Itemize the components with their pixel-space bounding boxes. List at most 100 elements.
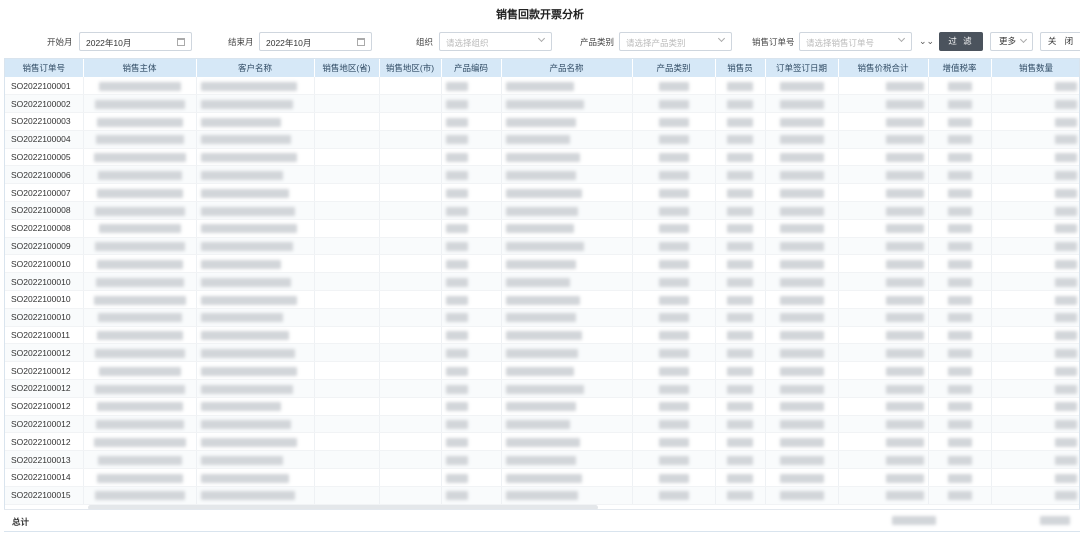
column-header[interactable]: 产品名称 [501,59,633,77]
table-row[interactable]: SO2022100012 [5,379,1079,398]
column-header[interactable]: 增值税率 [928,59,992,77]
redacted-value [885,206,924,216]
redacted-cell [314,432,380,452]
table-row[interactable]: SO2022100012 [5,343,1079,363]
redacted-cell [928,397,992,416]
redacted-value [200,331,289,341]
table-row[interactable]: SO2022100008 [5,219,1079,238]
table-row[interactable]: SO2022100012 [5,432,1079,452]
redacted-cell [196,254,315,274]
end-month-picker[interactable]: 2022年10月 [259,32,372,51]
column-header[interactable]: 销售地区(市) [379,59,442,77]
org-select[interactable]: 请选择组织 [439,32,552,51]
redacted-cell [838,290,929,309]
redacted-cell [379,77,442,96]
redacted-value [94,348,185,358]
redacted-cell [441,219,502,238]
column-header[interactable]: 产品编码 [441,59,502,77]
table-row[interactable]: SO2022100002 [5,94,1079,114]
redacted-value [1054,420,1077,430]
table-row[interactable]: SO2022100010 [5,272,1079,292]
redacted-cell [83,361,197,381]
product-category-label: 产品类别 [580,37,615,47]
sales-order-select[interactable]: 请选择销售订单号 [799,32,912,51]
table-row[interactable]: SO2022100010 [5,290,1079,309]
table-row[interactable]: SO2022100005 [5,148,1079,167]
table-row[interactable]: SO2022100001 [5,77,1079,96]
column-header[interactable]: 订单签订日期 [765,59,839,77]
redacted-cell [314,237,380,256]
redacted-cell [441,148,502,167]
redacted-cell [765,361,839,381]
redacted-cell [501,290,633,309]
more-button-label: 更多 [999,36,1017,46]
redacted-cell [441,94,502,114]
sales-order-cell: SO2022100012 [5,343,84,363]
table-row[interactable]: SO2022100011 [5,326,1079,345]
redacted-cell [715,450,766,470]
table-row[interactable]: SO2022100010 [5,254,1079,274]
table-row[interactable]: SO2022100014 [5,468,1079,487]
redacted-cell [441,379,502,398]
redacted-cell [632,432,716,452]
redacted-cell [838,130,929,149]
redacted-value [445,295,468,305]
start-month-picker[interactable]: 2022年10月 [79,32,192,51]
table-row[interactable]: SO2022100012 [5,361,1079,381]
column-header[interactable]: 产品类别 [632,59,716,77]
table-row[interactable]: SO2022100012 [5,415,1079,434]
redacted-cell [196,201,315,220]
table-row[interactable]: SO2022100012 [5,397,1079,416]
table-row[interactable]: SO2022100003 [5,112,1079,131]
column-header[interactable]: 销售订单号 [5,59,84,77]
redacted-value [727,455,753,465]
redacted-value [200,242,293,252]
data-grid: 销售订单号 销售主体 客户名称 销售地区(省) 销售地区(市) 产品编码 产品名称 产品类别销… [4,58,1080,532]
table-row[interactable]: SO2022100013 [5,450,1079,470]
redacted-cell [196,112,315,131]
column-header[interactable]: 销售主体 [83,59,197,77]
redacted-cell [83,77,197,96]
redacted-value [1054,348,1077,358]
redacted-cell [379,468,442,487]
redacted-value [947,135,972,145]
redacted-value [779,455,824,465]
column-header[interactable]: 销售价税合计 [838,59,929,77]
table-row[interactable]: SO2022100009 [5,237,1079,256]
column-header[interactable]: 销售地区(省) [314,59,380,77]
double-chevron-down-icon[interactable]: ⌄⌄ [919,36,934,47]
redacted-cell [991,361,1079,381]
column-header[interactable]: 销售员 [715,59,766,77]
table-row[interactable]: SO2022100007 [5,183,1079,203]
redacted-cell [715,397,766,416]
redacted-cell [632,308,716,327]
table-row[interactable]: SO2022100010 [5,308,1079,327]
redacted-value [947,99,972,109]
redacted-value [1054,171,1077,180]
redacted-cell [715,468,766,487]
redacted-cell [314,148,380,167]
redacted-cell [196,219,315,238]
redacted-cell [928,130,992,149]
redacted-cell [196,290,315,309]
redacted-value [885,331,924,341]
column-header[interactable]: 客户名称 [196,59,315,77]
product-category-select[interactable]: 请选择产品类别 [619,32,732,51]
redacted-cell [838,272,929,292]
redacted-cell [501,450,633,470]
redacted-cell [991,308,1079,327]
table-row[interactable]: SO2022100004 [5,130,1079,149]
table-row[interactable]: SO2022100008 [5,201,1079,220]
table-row[interactable]: SO2022100006 [5,165,1079,185]
column-header[interactable]: 销售数量 [991,59,1079,77]
redacted-value [505,491,578,501]
redacted-cell [991,468,1079,487]
close-button[interactable]: 关 闭 [1040,32,1080,51]
redacted-value [1054,81,1077,91]
sales-order-cell: SO2022100010 [5,290,84,309]
redacted-cell [715,343,766,363]
table-row[interactable]: SO2022100015 [5,486,1079,505]
filter-button[interactable]: 过 滤 [939,32,983,51]
redacted-value [947,153,972,163]
more-button[interactable]: 更多 [990,32,1033,51]
